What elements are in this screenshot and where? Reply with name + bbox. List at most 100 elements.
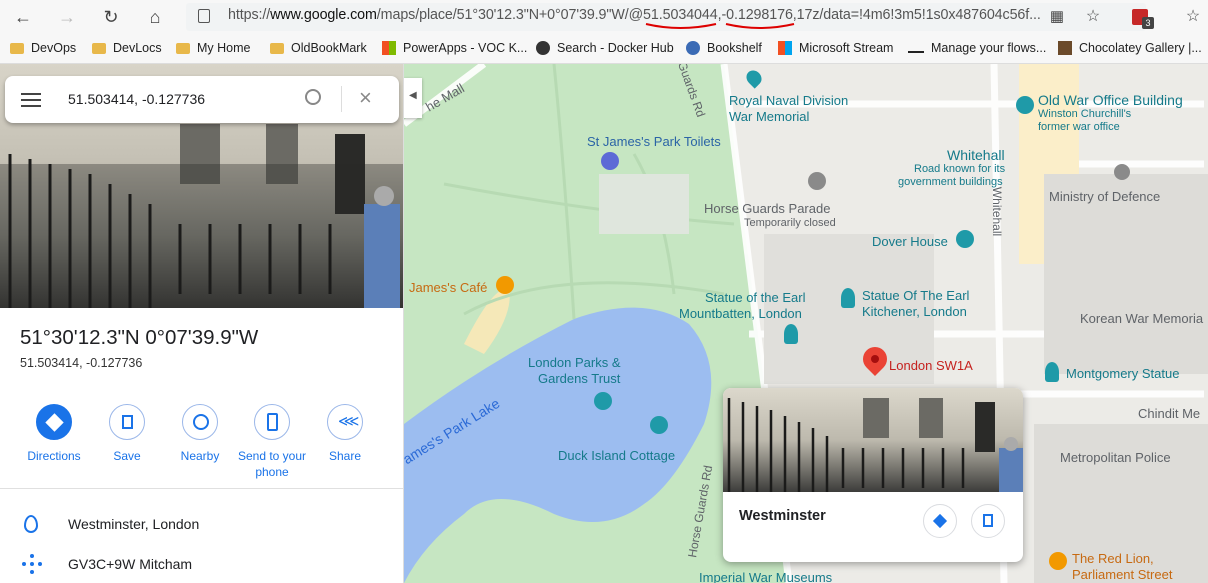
home-icon[interactable]: ⌂	[144, 6, 166, 28]
poi-label[interactable]: Metropolitan Police	[1060, 450, 1171, 465]
collapse-panel-button[interactable]: ◀	[404, 78, 422, 118]
grid-icon[interactable]: ▦	[1046, 6, 1068, 28]
bookmark-item[interactable]: PowerApps - VOC K...	[382, 41, 527, 55]
museum-icon[interactable]	[594, 392, 612, 410]
statue-icon[interactable]	[784, 324, 798, 344]
bookshelf-icon	[686, 41, 700, 55]
bookmarks-bar: DevOps DevLocs My Home OldBookMark Power…	[0, 33, 1208, 64]
camera-icon[interactable]	[808, 172, 826, 190]
poi-label[interactable]: Parliament Street	[1072, 567, 1172, 582]
poi-label[interactable]: Whitehall	[947, 148, 1005, 163]
bar-icon[interactable]	[1049, 552, 1067, 570]
poi-label[interactable]: Gardens Trust	[538, 371, 620, 386]
poi-label[interactable]: Imperial War Museums	[699, 570, 832, 583]
bookmark-item[interactable]: Search - Docker Hub	[536, 41, 674, 55]
folder-icon	[176, 42, 190, 54]
bookmark-item[interactable]: My Home	[176, 41, 250, 55]
location-pin-icon	[24, 515, 38, 533]
poi-label[interactable]: St James's Park Toilets	[587, 134, 721, 149]
folder-icon	[270, 42, 284, 54]
poi-label[interactable]: Kitchener, London	[862, 304, 967, 319]
poi-label[interactable]: Horse Guards Parade	[704, 201, 830, 216]
bookmark-item[interactable]: Microsoft Stream	[778, 41, 893, 55]
poi-label: former war office	[1038, 121, 1120, 133]
place-panel: 51.503414, -0.127736 × 51°30'12.3"N 0°07…	[0, 64, 404, 583]
toilets-icon[interactable]	[601, 152, 619, 170]
action-row: Directions Save Nearby Send to your phon…	[0, 404, 403, 484]
poi-label: Road known for its	[914, 163, 1006, 175]
nearby-button[interactable]: Nearby	[160, 404, 240, 464]
poi-label[interactable]: Ministry of Defence	[1049, 189, 1160, 204]
poi-label[interactable]: Mountbatten, London	[679, 306, 802, 321]
directions-button[interactable]: Directions	[14, 404, 94, 464]
chocolatey-icon	[1058, 41, 1072, 55]
share-button[interactable]: ⋘ Share	[305, 404, 385, 464]
poi-label[interactable]: The Red Lion,	[1072, 551, 1154, 566]
poi-label[interactable]: Statue of the Earl	[705, 290, 805, 305]
statue-icon[interactable]	[841, 288, 855, 308]
bookmark-item[interactable]: DevLocs	[92, 41, 162, 55]
forward-icon[interactable]: →	[56, 6, 78, 28]
url-annotation	[645, 23, 795, 29]
directions-icon	[932, 513, 948, 529]
poi-label[interactable]: Dover House	[872, 234, 948, 249]
search-box[interactable]: 51.503414, -0.127736 ×	[5, 76, 399, 123]
favorites-icon[interactable]: ☆	[1182, 6, 1204, 28]
directions-icon	[36, 404, 72, 440]
search-icon[interactable]	[305, 89, 321, 105]
poi-label: Winston Churchill's	[1038, 108, 1132, 120]
poi-label[interactable]: Statue Of The Earl	[862, 288, 969, 303]
save-button[interactable]: Save	[87, 404, 167, 464]
bookmark-item[interactable]: Bookshelf	[686, 41, 762, 55]
reload-icon[interactable]: ↻	[100, 6, 122, 28]
card-directions-button[interactable]	[923, 504, 957, 538]
cafe-icon[interactable]	[496, 276, 514, 294]
bookmark-item[interactable]: DevOps	[10, 41, 76, 55]
back-icon[interactable]: ←	[12, 6, 34, 28]
poi-label[interactable]: Korean War Memoria	[1080, 311, 1203, 326]
bookmark-item[interactable]: OldBookMark	[270, 41, 367, 55]
plus-code-text[interactable]: GV3C+9W Mitcham	[68, 556, 192, 572]
phone-icon	[254, 404, 290, 440]
search-input[interactable]: 51.503414, -0.127736	[68, 91, 205, 107]
poi-label[interactable]: Royal Naval Division	[729, 93, 848, 108]
microsoft-icon	[382, 41, 396, 55]
building-icon[interactable]	[1114, 164, 1130, 180]
museum-icon[interactable]	[1016, 96, 1034, 114]
plus-code-icon	[22, 554, 42, 574]
landmark-icon[interactable]	[956, 230, 974, 248]
poi-label[interactable]: Chindit Me	[1138, 406, 1200, 421]
send-to-phone-button[interactable]: Send to your phone	[232, 404, 312, 480]
card-photo[interactable]	[723, 388, 1023, 492]
card-save-button[interactable]	[971, 504, 1005, 538]
close-icon[interactable]: ×	[359, 85, 372, 111]
statue-icon[interactable]	[1045, 362, 1059, 382]
poi-label[interactable]: War Memorial	[729, 109, 809, 124]
poi-label: government buildings	[898, 176, 1003, 188]
place-title: 51°30'12.3"N 0°07'39.9"W	[20, 326, 259, 349]
poi-label[interactable]: London Parks &	[528, 355, 621, 370]
place-card[interactable]: Westminster	[723, 388, 1023, 562]
docker-icon	[536, 41, 550, 55]
poi-label[interactable]: London SW1A	[889, 358, 973, 373]
poi-label[interactable]: Montgomery Statue	[1066, 366, 1179, 381]
poi-label[interactable]: Old War Office Building	[1038, 93, 1183, 108]
card-title: Westminster	[739, 508, 826, 524]
menu-icon[interactable]	[21, 93, 41, 107]
poi-label[interactable]: Duck Island Cottage	[558, 448, 675, 463]
poi-label: Temporarily closed	[744, 217, 836, 229]
nearby-icon	[182, 404, 218, 440]
divider	[0, 488, 403, 489]
bookmark-item[interactable]: Manage your flows...	[908, 41, 1046, 55]
address-text[interactable]: Westminster, London	[68, 516, 199, 532]
favorite-add-icon[interactable]: ☆	[1082, 6, 1104, 28]
place-subtitle: 51.503414, -0.127736	[20, 356, 143, 370]
landmark-icon[interactable]	[650, 416, 668, 434]
chevron-left-icon: ◀	[409, 90, 417, 101]
extension-badge: 3	[1142, 17, 1154, 29]
bookmark-item[interactable]: Chocolatey Gallery |...	[1058, 41, 1202, 55]
url-text[interactable]: https://www.google.com/maps/place/51°30'…	[228, 7, 1041, 23]
poi-label[interactable]: James's Café	[409, 280, 487, 295]
browser-toolbar: ← → ↻ ⌂ https://www.google.com/maps/plac…	[0, 0, 1208, 33]
folder-icon	[10, 42, 24, 54]
